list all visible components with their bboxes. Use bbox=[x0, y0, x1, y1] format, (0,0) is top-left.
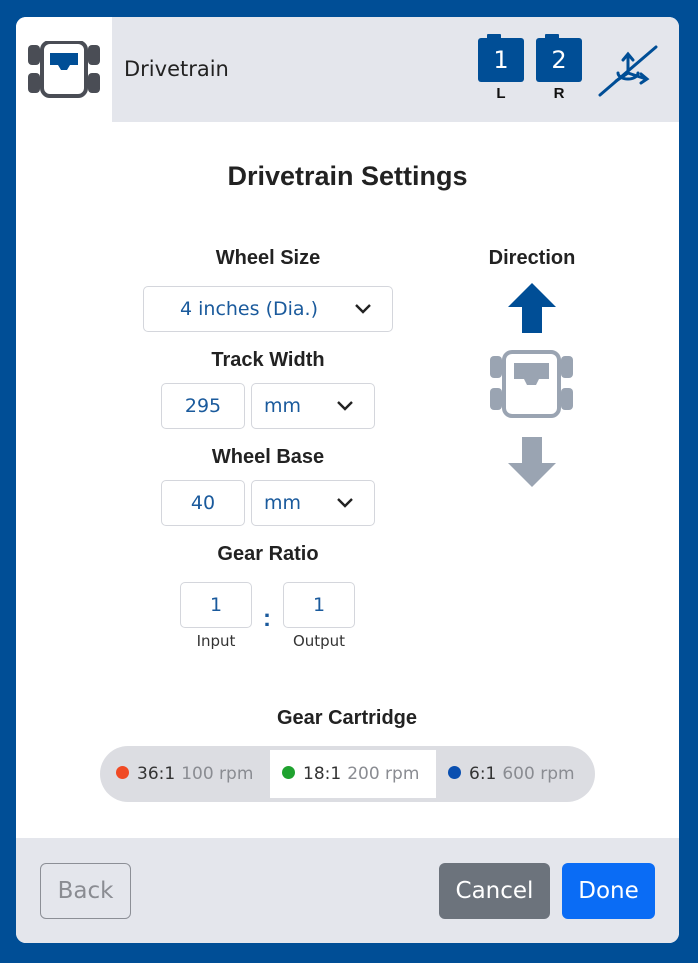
wheel-size-label: Wheel Size bbox=[215, 247, 321, 269]
header-icon-tile bbox=[16, 17, 112, 122]
robot-top-view-icon bbox=[490, 350, 573, 418]
wheel-base-unit: mm bbox=[264, 492, 302, 514]
cartridge-option-6-1[interactable]: 6:1 600 rpm bbox=[448, 750, 588, 798]
gear-ratio-label: Gear Ratio bbox=[217, 543, 319, 565]
port-side-label: L bbox=[496, 85, 506, 102]
port-side-label: R bbox=[553, 85, 565, 102]
gear-cartridge-selector: 36:1 100 rpm 18:1 200 rpm 6:1 600 rpm bbox=[100, 746, 595, 802]
page-title: Drivetrain Settings bbox=[227, 161, 468, 191]
cartridge-option-36-1[interactable]: 36:1 100 rpm bbox=[116, 750, 266, 798]
dialog-footer: Back Cancel Done bbox=[16, 838, 679, 943]
header-title: Drivetrain bbox=[124, 57, 229, 81]
ratio-separator: : bbox=[263, 605, 271, 632]
drivetrain-icon bbox=[28, 41, 100, 98]
cartridge-rpm: 100 rpm bbox=[181, 764, 254, 784]
track-width-label: Track Width bbox=[211, 349, 325, 371]
gear-ratio-output-label: Output bbox=[292, 632, 346, 650]
cartridge-ratio: 6:1 bbox=[469, 764, 497, 784]
chevron-down-icon bbox=[337, 498, 353, 508]
green-dot-icon bbox=[282, 765, 295, 779]
port-number: 1 bbox=[478, 38, 524, 82]
dialog-header: Drivetrain 1 L 2 R bbox=[16, 17, 679, 122]
arrow-forward-icon[interactable] bbox=[508, 283, 556, 333]
wheel-base-unit-select[interactable]: mm bbox=[251, 480, 375, 526]
port-1-left: 1 L bbox=[478, 34, 524, 104]
chevron-down-icon bbox=[355, 304, 371, 314]
gear-cartridge-label: Gear Cartridge bbox=[276, 707, 418, 729]
cartridge-option-18-1[interactable]: 18:1 200 rpm bbox=[270, 750, 436, 798]
wheel-base-input[interactable]: 40 bbox=[161, 480, 245, 526]
gear-ratio-output-field[interactable]: 1 bbox=[283, 582, 355, 628]
cartridge-ratio: 36:1 bbox=[137, 764, 176, 784]
wheel-size-value: 4 inches (Dia.) bbox=[180, 298, 318, 320]
back-button[interactable]: Back bbox=[40, 863, 131, 919]
wheel-size-select[interactable]: 4 inches (Dia.) bbox=[143, 286, 393, 332]
cartridge-ratio: 18:1 bbox=[303, 764, 342, 784]
blue-dot-icon bbox=[448, 765, 461, 779]
drivetrain-dialog: Drivetrain 1 L 2 R Drivetrain Settings W… bbox=[16, 17, 679, 943]
track-width-input[interactable]: 295 bbox=[161, 383, 245, 429]
gyro-disabled-icon[interactable] bbox=[596, 43, 660, 99]
direction-label: Direction bbox=[488, 247, 576, 269]
cartridge-rpm: 200 rpm bbox=[347, 764, 420, 784]
gear-ratio-input-label: Input bbox=[196, 632, 236, 650]
cartridge-rpm: 600 rpm bbox=[502, 764, 575, 784]
track-width-unit-select[interactable]: mm bbox=[251, 383, 375, 429]
chevron-down-icon bbox=[337, 401, 353, 411]
done-button[interactable]: Done bbox=[562, 863, 655, 919]
port-number: 2 bbox=[536, 38, 582, 82]
wheel-base-label: Wheel Base bbox=[211, 446, 325, 468]
arrow-reverse-icon[interactable] bbox=[508, 437, 556, 487]
red-dot-icon bbox=[116, 765, 129, 779]
gear-ratio-input-field[interactable]: 1 bbox=[180, 582, 252, 628]
cancel-button[interactable]: Cancel bbox=[439, 863, 550, 919]
port-2-right: 2 R bbox=[536, 34, 582, 104]
track-width-unit: mm bbox=[264, 395, 302, 417]
